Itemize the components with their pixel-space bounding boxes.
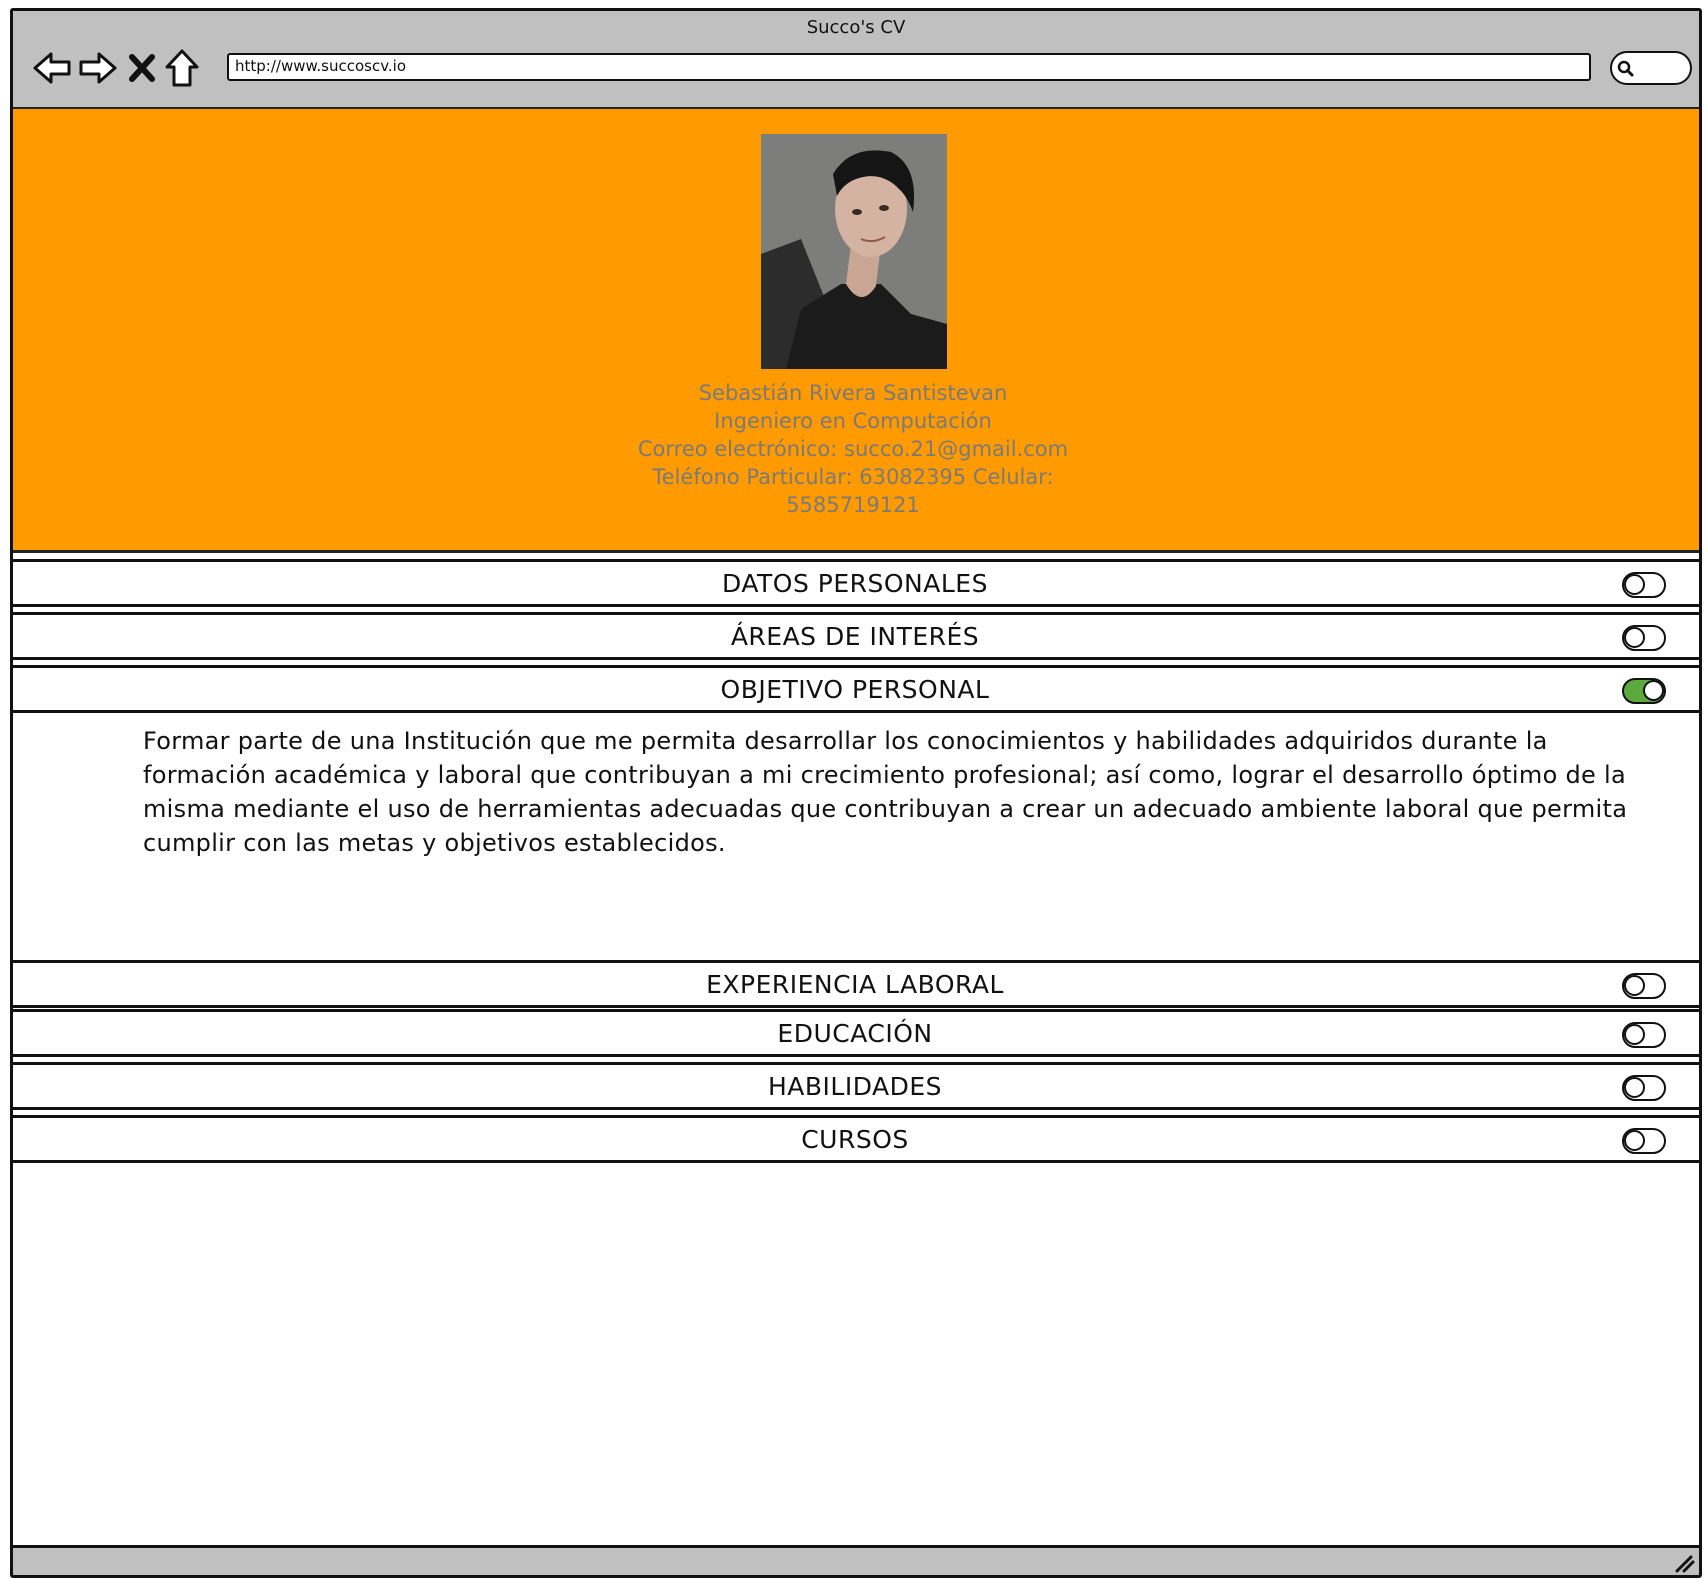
profile-name: Sebastián Rivera Santistevan <box>698 381 1008 405</box>
browser-chrome: Succo's CV http://www.succoscv.io <box>13 11 1699 109</box>
section-toggle[interactable] <box>1622 572 1666 598</box>
browser-window: Succo's CV http://www.succoscv.io Sebast… <box>10 8 1702 1578</box>
section-cursos[interactable]: CURSOS <box>13 1115 1699 1163</box>
toggle-knob <box>1624 1024 1645 1045</box>
profile-header: Sebastián Rivera Santistevan Ingeniero e… <box>13 109 1699 553</box>
section-label: HABILIDADES <box>767 1071 943 1101</box>
section-toggle[interactable] <box>1622 1022 1666 1048</box>
section-experiencia-laboral[interactable]: EXPERIENCIA LABORAL <box>13 960 1699 1008</box>
toggle-knob <box>1624 627 1645 648</box>
section-objetivo-personal[interactable]: OBJETIVO PERSONAL <box>13 665 1699 713</box>
forward-button[interactable] <box>77 47 119 89</box>
section-label: EXPERIENCIA LABORAL <box>706 969 1004 999</box>
section-areas-de-interes[interactable]: ÁREAS DE INTERÉS <box>13 612 1699 660</box>
toggle-knob <box>1624 975 1645 996</box>
section-label: ÁREAS DE INTERÉS <box>730 621 980 651</box>
search-field[interactable] <box>1610 51 1692 85</box>
home-button[interactable] <box>161 47 203 89</box>
section-toggle[interactable] <box>1622 1075 1666 1101</box>
home-icon <box>165 49 199 87</box>
close-icon <box>129 54 155 82</box>
section-educacion[interactable]: EDUCACIÓN <box>13 1009 1699 1057</box>
arrow-left-icon <box>33 52 71 84</box>
profile-mobile: 5585719121 <box>786 493 920 517</box>
section-label: EDUCACIÓN <box>777 1018 933 1048</box>
toggle-knob <box>1624 1077 1645 1098</box>
url-input[interactable]: http://www.succoscv.io <box>227 53 1591 81</box>
back-button[interactable] <box>31 47 73 89</box>
profile-email: Correo electrónico: succo.21@gmail.com <box>637 437 1069 461</box>
arrow-right-icon <box>79 52 117 84</box>
objective-text: Formar parte de una Institución que me p… <box>143 727 1628 857</box>
profile-title: Ingeniero en Computación <box>714 409 992 433</box>
section-label: CURSOS <box>801 1124 909 1154</box>
section-label: OBJETIVO PERSONAL <box>720 674 990 704</box>
stop-button[interactable] <box>121 47 163 89</box>
profile-photo <box>761 134 947 369</box>
profile-phone: Teléfono Particular: 63082395 Celular: <box>652 465 1054 489</box>
toggle-knob <box>1643 680 1664 701</box>
profile-photo-illustration <box>761 134 947 369</box>
resize-grip-icon[interactable] <box>1673 1553 1695 1573</box>
section-label: DATOS PERSONALES <box>722 568 988 598</box>
window-title: Succo's CV <box>806 17 906 38</box>
section-toggle[interactable] <box>1622 973 1666 999</box>
status-bar <box>13 1545 1699 1575</box>
section-toggle-on[interactable] <box>1622 678 1666 704</box>
toggle-knob <box>1624 1130 1645 1151</box>
section-habilidades[interactable]: HABILIDADES <box>13 1062 1699 1110</box>
section-datos-personales[interactable]: DATOS PERSONALES <box>13 559 1699 607</box>
toggle-knob <box>1624 574 1645 595</box>
profile-info: Sebastián Rivera Santistevan Ingeniero e… <box>613 379 1093 519</box>
section-toggle[interactable] <box>1622 625 1666 651</box>
section-toggle[interactable] <box>1622 1128 1666 1154</box>
search-icon <box>1617 60 1634 77</box>
